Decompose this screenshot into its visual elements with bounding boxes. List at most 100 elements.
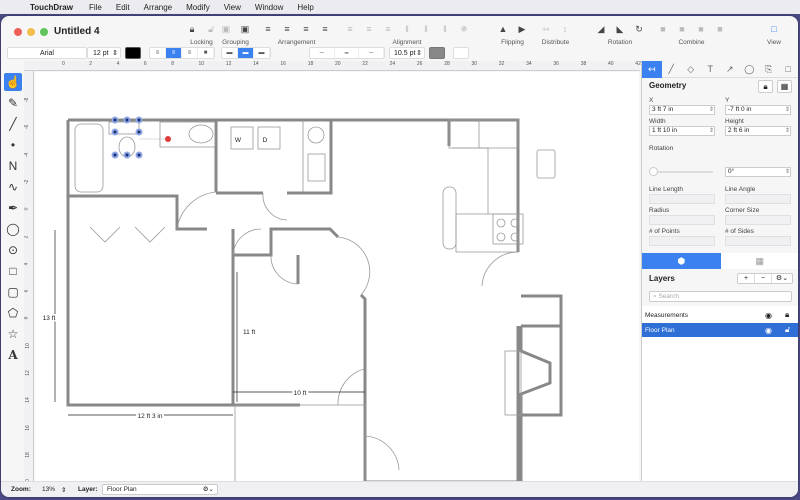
- y-field[interactable]: -7 ft 0 in: [725, 105, 791, 115]
- align-text-left-button[interactable]: ≡: [150, 48, 166, 58]
- rotation-slider-knob[interactable]: [649, 167, 658, 176]
- layer-lock-icon[interactable]: 🔓︎: [785, 325, 790, 335]
- font-family-field[interactable]: Arial: [7, 47, 87, 59]
- x-field[interactable]: 3 ft 7 in: [649, 105, 715, 115]
- menu-window[interactable]: Window: [255, 3, 283, 12]
- align-center-both-icon[interactable]: ✵: [459, 24, 469, 35]
- rotation-field[interactable]: 0°: [725, 167, 791, 177]
- view-icon[interactable]: □: [769, 24, 779, 34]
- snap-grid-icon[interactable]: ▦: [777, 80, 792, 93]
- justify-text-button[interactable]: ■: [198, 48, 214, 58]
- lock-icon[interactable]: 🔒︎: [187, 24, 197, 35]
- valign-bottom-button[interactable]: ▬: [254, 48, 270, 58]
- rotation-stepper[interactable]: ⇕: [784, 167, 791, 177]
- current-layer-select[interactable]: Floor Plan ⚙⌄: [102, 484, 218, 495]
- send-back-icon[interactable]: ≡: [320, 24, 330, 34]
- circle-tool-icon[interactable]: ◯: [4, 220, 22, 238]
- font-size-stepper[interactable]: ⇕: [112, 49, 118, 57]
- bring-front-icon[interactable]: ≡: [263, 24, 273, 34]
- connector-tab-icon[interactable]: ↗: [720, 61, 740, 78]
- menu-view[interactable]: View: [224, 3, 241, 12]
- layer-row-measurements[interactable]: Measurements ◉ 🔒︎: [642, 308, 798, 322]
- layer-search-input[interactable]: ⌕ Search: [649, 291, 792, 302]
- rotate-left-icon[interactable]: ◢: [596, 24, 606, 35]
- stroke-width-field[interactable]: 10.5 pt ⇕: [389, 47, 425, 59]
- visibility-eye-icon[interactable]: ◉: [765, 311, 772, 320]
- rotate-right-icon[interactable]: ◣: [615, 24, 625, 35]
- align-middle-icon[interactable]: ‖: [421, 24, 431, 34]
- text-color-well[interactable]: [125, 47, 141, 59]
- line-style-solid-button[interactable]: ━: [335, 48, 360, 58]
- remove-layer-button[interactable]: −: [755, 274, 772, 283]
- shadow-tab-icon[interactable]: ◯: [740, 61, 760, 78]
- stroke-color-well[interactable]: [429, 47, 445, 59]
- menu-file[interactable]: File: [89, 3, 102, 12]
- sides-field[interactable]: [725, 236, 791, 246]
- document-tab-icon[interactable]: □: [779, 61, 799, 78]
- flip-horizontal-icon[interactable]: ▲: [498, 24, 508, 34]
- zoom-window-button[interactable]: [40, 28, 48, 36]
- ungroup-icon[interactable]: ▣: [240, 24, 250, 35]
- intersect-icon[interactable]: ■: [696, 24, 706, 34]
- width-stepper[interactable]: ⇕: [708, 126, 715, 136]
- bring-forward-icon[interactable]: ≡: [282, 24, 292, 34]
- align-right-icon[interactable]: ≡: [383, 24, 393, 34]
- align-bottom-icon[interactable]: ‖: [440, 24, 450, 34]
- exclude-icon[interactable]: ■: [715, 24, 725, 34]
- font-size-field[interactable]: 12 pt ⇕: [87, 47, 121, 59]
- corner-size-field[interactable]: [725, 215, 791, 225]
- menu-app-name[interactable]: TouchDraw: [30, 3, 73, 12]
- width-field[interactable]: 1 ft 10 in: [649, 126, 715, 136]
- layer-lock-icon[interactable]: 🔒︎: [785, 310, 789, 320]
- lock-proportions-icon[interactable]: 🔒︎: [758, 80, 773, 93]
- send-backward-icon[interactable]: ≡: [301, 24, 311, 34]
- menu-help[interactable]: Help: [297, 3, 313, 12]
- close-window-button[interactable]: [14, 28, 22, 36]
- line-style-light-button[interactable]: ─: [359, 48, 385, 58]
- distribute-vertical-icon[interactable]: ↕: [560, 24, 570, 34]
- connector-tool-icon[interactable]: •: [4, 136, 22, 154]
- fill-tab-icon[interactable]: ◇: [681, 61, 701, 78]
- circle-center-tool-icon[interactable]: ⊙: [4, 241, 22, 259]
- polygon-tool-icon[interactable]: ⬠: [4, 304, 22, 322]
- line-style-thin-button[interactable]: ─: [310, 48, 335, 58]
- polyline-tool-icon[interactable]: N: [4, 157, 22, 175]
- rounded-rectangle-tool-icon[interactable]: ▢: [4, 283, 22, 301]
- hand-select-tool-icon[interactable]: ☝: [4, 73, 22, 91]
- unlock-icon[interactable]: 🔓︎: [206, 24, 216, 35]
- rotate-free-icon[interactable]: ↻: [634, 24, 644, 35]
- align-text-right-button[interactable]: ≡: [182, 48, 198, 58]
- drawing-canvas[interactable]: W D 13 ft 11 ft 10 ft 12 ft 3 in: [35, 72, 639, 482]
- rotation-slider-track[interactable]: [649, 171, 713, 173]
- layer-row-floor-plan[interactable]: Floor Plan ◉ 🔓︎: [642, 323, 798, 337]
- valign-middle-button[interactable]: ▬: [238, 48, 254, 58]
- align-left-icon[interactable]: ≡: [345, 24, 355, 34]
- distribute-horizontal-icon[interactable]: ⇿: [541, 24, 551, 35]
- flip-vertical-icon[interactable]: ▶: [517, 24, 527, 35]
- height-field[interactable]: 2 ft 6 in: [725, 126, 791, 136]
- geometry-tab-icon[interactable]: ↤: [642, 60, 662, 78]
- layer-gear-icon[interactable]: ⚙⌄: [203, 485, 214, 494]
- add-layer-button[interactable]: +: [738, 274, 755, 283]
- zoom-stepper[interactable]: ⇕: [61, 486, 66, 494]
- pencil-tool-icon[interactable]: ✎: [4, 94, 22, 112]
- layer-options-gear-icon[interactable]: ⚙⌄: [772, 274, 792, 283]
- line-angle-field[interactable]: [725, 194, 791, 204]
- group-icon[interactable]: ▣: [221, 24, 231, 35]
- rectangle-tool-icon[interactable]: □: [4, 262, 22, 280]
- y-stepper[interactable]: ⇕: [784, 105, 791, 115]
- subtract-icon[interactable]: ■: [677, 24, 687, 34]
- valign-top-button[interactable]: ▬: [222, 48, 238, 58]
- star-tool-icon[interactable]: ☆: [4, 325, 22, 343]
- menu-arrange[interactable]: Arrange: [144, 3, 172, 12]
- stroke-width-stepper[interactable]: ⇕: [416, 49, 422, 57]
- line-length-field[interactable]: [649, 194, 715, 204]
- radius-field[interactable]: [649, 215, 715, 225]
- union-icon[interactable]: ■: [658, 24, 668, 34]
- menu-modify[interactable]: Modify: [186, 3, 210, 12]
- align-center-icon[interactable]: ≡: [364, 24, 374, 34]
- points-field[interactable]: [649, 236, 715, 246]
- fill-color-well[interactable]: [453, 47, 469, 59]
- pages-tab-icon[interactable]: ▦: [720, 253, 798, 269]
- layers-tab-icon[interactable]: ⬢: [642, 253, 721, 269]
